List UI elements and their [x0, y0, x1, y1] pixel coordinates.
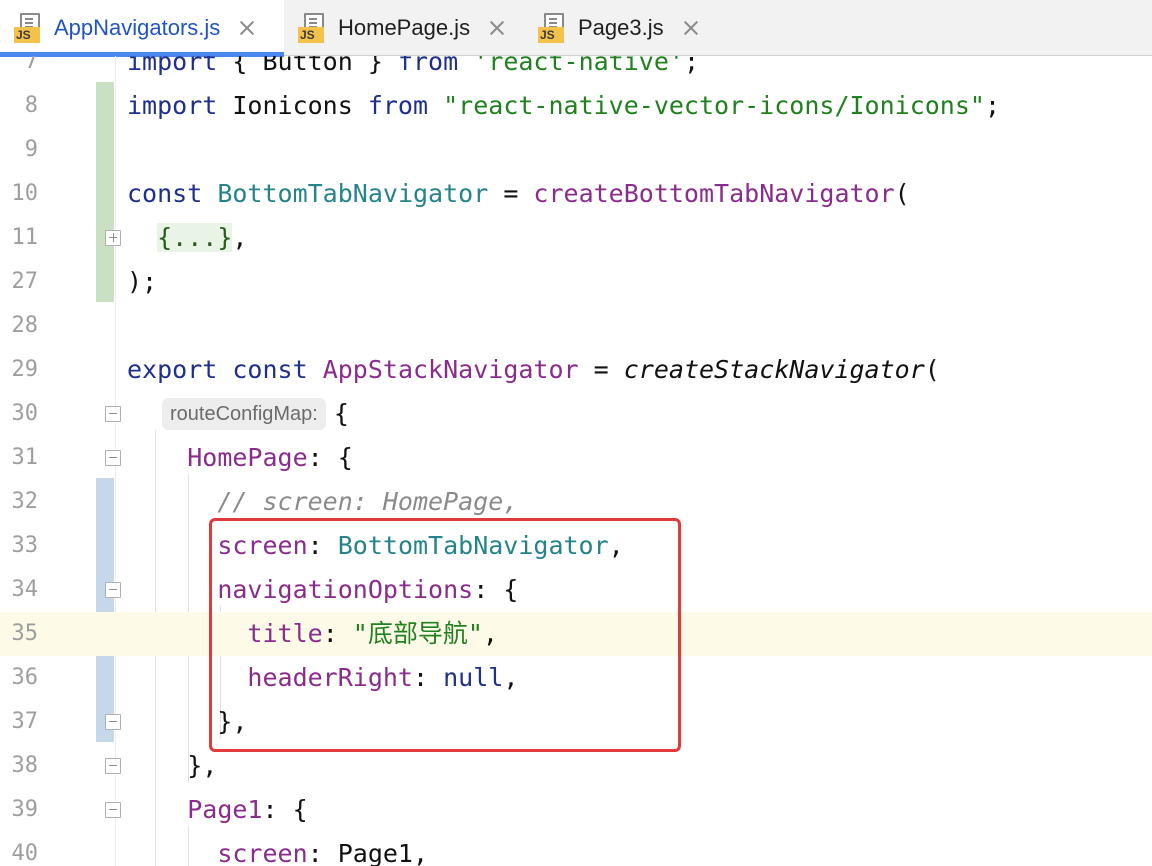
fold-collapse-icon[interactable]: [105, 582, 121, 598]
fold-collapse-icon[interactable]: [105, 802, 121, 818]
code-editor[interactable]: 7 import { Button } from 'react-native';…: [0, 56, 1152, 866]
code-line: 10 const BottomTabNavigator = createBott…: [11, 179, 910, 208]
code-line: 30 routeConfigMap:{: [11, 398, 349, 430]
tab-appnavigators[interactable]: JS AppNavigators.js: [0, 0, 284, 57]
tab-label: Page3.js: [578, 15, 664, 40]
close-icon[interactable]: [680, 17, 702, 39]
tab-label: HomePage.js: [338, 15, 471, 40]
code-line: 29 export const AppStackNavigator = crea…: [11, 355, 940, 384]
code-line: 9: [24, 137, 38, 162]
js-file-icon: JS: [14, 13, 42, 43]
code-line: 40 screen: Page1,: [11, 839, 429, 866]
code-line: 31 HomePage: {: [11, 443, 353, 472]
fold-collapse-icon[interactable]: [105, 406, 121, 422]
code-line: 27 );: [11, 267, 158, 296]
tab-page3[interactable]: JS Page3.js: [538, 0, 718, 56]
close-icon[interactable]: [236, 17, 258, 39]
code-line: 7 import { Button } from 'react-native';: [24, 56, 699, 76]
code-line: 8 import Ionicons from "react-native-vec…: [24, 91, 1001, 120]
code-line: 11 {...},: [11, 223, 248, 252]
code-line: 39 Page1: {: [11, 795, 308, 824]
parameter-hint: routeConfigMap:: [162, 398, 326, 430]
tab-homepage[interactable]: JS HomePage.js: [298, 0, 524, 56]
fold-collapse-icon[interactable]: [105, 450, 121, 466]
fold-collapse-icon[interactable]: [105, 758, 121, 774]
js-file-icon: JS: [298, 13, 326, 43]
code-line: 28: [11, 313, 39, 338]
fold-collapse-icon[interactable]: [105, 714, 121, 730]
fold-expand-icon[interactable]: [105, 230, 121, 246]
annotation-highlight-box: [209, 518, 681, 752]
tab-label: AppNavigators.js: [54, 15, 221, 40]
close-icon[interactable]: [486, 17, 508, 39]
js-file-icon: JS: [538, 13, 566, 43]
editor-tab-bar: JS AppNavigators.js JS HomePage.js JS Pa…: [0, 0, 1152, 57]
folded-code-region[interactable]: {...}: [157, 223, 233, 252]
